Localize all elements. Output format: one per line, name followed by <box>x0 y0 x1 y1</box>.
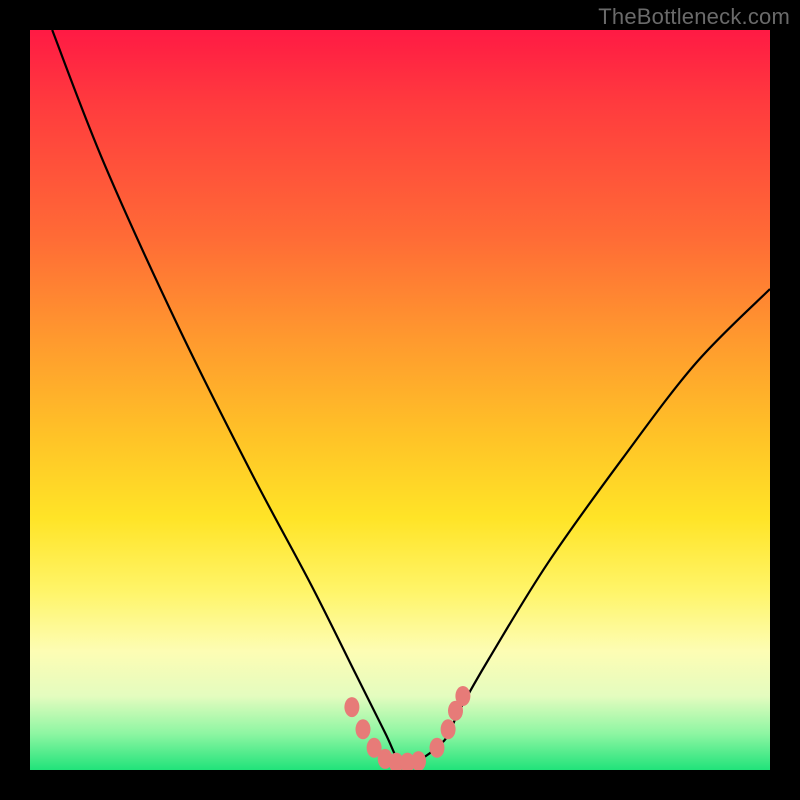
pink-bead <box>455 686 470 706</box>
series-black-curve <box>52 30 770 766</box>
chart-outer-frame: TheBottleneck.com <box>0 0 800 800</box>
watermark-text: TheBottleneck.com <box>598 4 790 30</box>
chart-plot-area <box>30 30 770 770</box>
pink-bead <box>356 719 371 739</box>
pink-bead <box>430 738 445 758</box>
pink-bead <box>441 719 456 739</box>
series-pink-beads <box>344 686 470 770</box>
pink-bead <box>344 697 359 717</box>
pink-bead <box>411 751 426 770</box>
chart-svg <box>30 30 770 770</box>
